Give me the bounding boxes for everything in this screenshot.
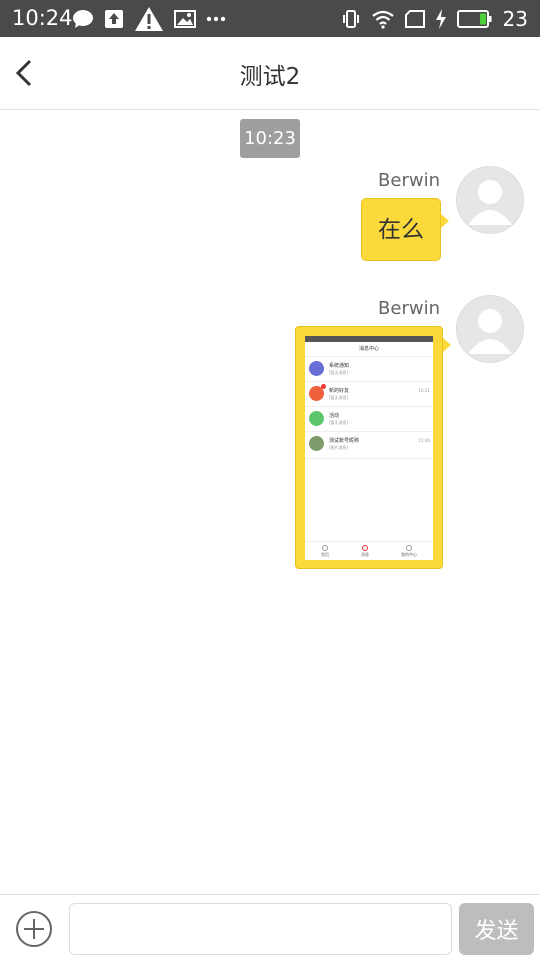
- activity-icon: [309, 411, 324, 426]
- vibrate-icon: [342, 10, 359, 28]
- image-thumbnail: 消息中心 系统通知 [暂无消息] 新的好友 [暂无消息] 16:21 活动 [暂…: [305, 336, 433, 560]
- status-time: 10:24: [12, 6, 73, 30]
- thumbnail-row: 活动 [暂无消息]: [305, 407, 433, 432]
- sim-icon: [404, 10, 425, 28]
- chat-area[interactable]: 10:23 Berwin 在么 Berwin 消息中心 系统通知 [暂无消息]: [0, 110, 540, 894]
- avatar[interactable]: [456, 295, 524, 363]
- contact-avatar-icon: [309, 436, 324, 451]
- thumbnail-title: 消息中心: [305, 342, 433, 357]
- input-bar: 发送: [0, 894, 540, 961]
- thumbnail-row: 系统通知 [暂无消息]: [305, 357, 433, 382]
- timestamp-badge: 10:23: [240, 119, 300, 158]
- thumbnail-row-subtitle: [图片消息]: [329, 445, 349, 450]
- thumbnail-row-time: 15:40: [418, 438, 430, 443]
- title-bar: 测试2: [0, 37, 540, 110]
- add-attachment-button[interactable]: [15, 910, 53, 948]
- text-message-bubble[interactable]: 在么: [361, 198, 441, 261]
- warning-icon: [135, 7, 163, 31]
- thumbnail-tab: 消息: [361, 545, 369, 557]
- thumbnail-row-time: 16:21: [418, 388, 430, 393]
- bubble-tail: [443, 338, 451, 352]
- thumbnail-row-title: 活动: [329, 413, 340, 419]
- page-title: 测试2: [239, 64, 301, 90]
- message-input[interactable]: [69, 903, 452, 955]
- charging-icon: [435, 9, 446, 29]
- send-button[interactable]: 发送: [459, 903, 534, 955]
- default-avatar-icon: [468, 180, 512, 225]
- more-dots-icon: [206, 16, 226, 22]
- image-icon: [174, 10, 196, 28]
- message-bubble-icon: [73, 10, 93, 28]
- thumbnail-tab: 首页: [321, 545, 329, 557]
- thumbnail-badge: [321, 384, 326, 389]
- thumbnail-row-title: 测试账号昵称: [329, 438, 360, 444]
- thumbnail-row-subtitle: [暂无消息]: [329, 395, 349, 400]
- default-avatar-icon: [468, 309, 512, 354]
- status-bar: 10:24 23: [0, 0, 540, 37]
- upload-icon: [105, 10, 123, 28]
- thumbnail-tab: 我的中心: [401, 545, 417, 557]
- status-left-icons: [72, 6, 226, 32]
- wifi-icon: [371, 10, 394, 29]
- plus-circle-icon: [16, 911, 52, 947]
- thumbnail-row-subtitle: [暂无消息]: [329, 370, 349, 375]
- thumbnail-row-title: 新的好友: [329, 388, 350, 394]
- thumbnail-tabbar: 首页 消息 我的中心: [305, 541, 433, 560]
- thumbnail-row-title: 系统通知: [329, 363, 350, 369]
- battery-percent: 23: [502, 7, 528, 31]
- bubble-tail: [441, 214, 449, 228]
- status-right-icons: 23: [341, 6, 528, 32]
- speaker-icon: [309, 361, 324, 376]
- thumbnail-row: 测试账号昵称 [图片消息] 15:40: [305, 432, 433, 459]
- battery-icon: [456, 10, 492, 28]
- sender-name: Berwin: [378, 170, 440, 191]
- sender-name: Berwin: [378, 298, 440, 319]
- image-message-bubble[interactable]: 消息中心 系统通知 [暂无消息] 新的好友 [暂无消息] 16:21 活动 [暂…: [295, 326, 443, 569]
- thumbnail-row: 新的好友 [暂无消息] 16:21: [305, 382, 433, 407]
- avatar[interactable]: [456, 166, 524, 234]
- thumbnail-row-subtitle: [暂无消息]: [329, 420, 349, 425]
